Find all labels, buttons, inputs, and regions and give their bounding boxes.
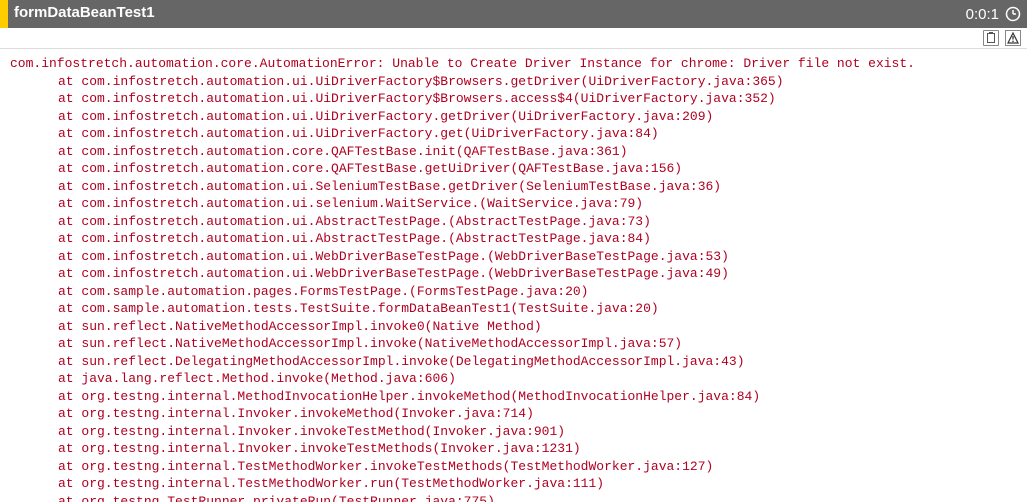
clock-icon xyxy=(1005,6,1021,22)
stacktrace-panel: com.infostretch.automation.core.Automati… xyxy=(0,49,1027,502)
stack-frame: at com.infostretch.automation.ui.Abstrac… xyxy=(10,213,1027,231)
stack-frame: at com.infostretch.automation.core.QAFTe… xyxy=(10,160,1027,178)
stack-frame: at com.infostretch.automation.ui.seleniu… xyxy=(10,195,1027,213)
stack-frame: at org.testng.internal.TestMethodWorker.… xyxy=(10,475,1027,493)
stack-frame: at com.infostretch.automation.core.QAFTe… xyxy=(10,143,1027,161)
error-message: com.infostretch.automation.core.Automati… xyxy=(10,56,915,71)
timer-block: 0:0:1 xyxy=(960,0,1027,28)
timer-value: 0:0:1 xyxy=(966,6,999,23)
stack-frame: at org.testng.internal.Invoker.invokeMet… xyxy=(10,405,1027,423)
stack-frame: at com.infostretch.automation.ui.WebDriv… xyxy=(10,265,1027,283)
stack-frame: at org.testng.internal.MethodInvocationH… xyxy=(10,388,1027,406)
warning-icon[interactable] xyxy=(1005,30,1021,46)
stack-frame: at java.lang.reflect.Method.invoke(Metho… xyxy=(10,370,1027,388)
stack-frame: at sun.reflect.NativeMethodAccessorImpl.… xyxy=(10,318,1027,336)
stack-frame: at com.sample.automation.tests.TestSuite… xyxy=(10,300,1027,318)
stack-frame: at com.sample.automation.pages.FormsTest… xyxy=(10,283,1027,301)
stack-frame: at org.testng.internal.Invoker.invokeTes… xyxy=(10,440,1027,458)
stack-frame: at com.infostretch.automation.ui.UiDrive… xyxy=(10,125,1027,143)
stack-frame: at org.testng.internal.Invoker.invokeTes… xyxy=(10,423,1027,441)
stack-frame: at org.testng.TestRunner.privateRun(Test… xyxy=(10,493,1027,503)
clipboard-icon[interactable] xyxy=(983,30,999,46)
stack-frame: at com.infostretch.automation.ui.UiDrive… xyxy=(10,90,1027,108)
stack-frame: at org.testng.internal.TestMethodWorker.… xyxy=(10,458,1027,476)
toolbar xyxy=(0,28,1027,49)
stack-frame: at com.infostretch.automation.ui.Abstrac… xyxy=(10,230,1027,248)
stack-frame: at sun.reflect.DelegatingMethodAccessorI… xyxy=(10,353,1027,371)
stacktrace-text: com.infostretch.automation.core.Automati… xyxy=(10,55,1027,502)
stack-frame: at com.infostretch.automation.ui.UiDrive… xyxy=(10,108,1027,126)
stack-frame: at com.infostretch.automation.ui.UiDrive… xyxy=(10,73,1027,91)
stack-frame: at sun.reflect.NativeMethodAccessorImpl.… xyxy=(10,335,1027,353)
stack-frame: at com.infostretch.automation.ui.WebDriv… xyxy=(10,248,1027,266)
stack-frame: at com.infostretch.automation.ui.Seleniu… xyxy=(10,178,1027,196)
test-header: formDataBeanTest1 0:0:1 xyxy=(0,0,1027,28)
status-spine xyxy=(0,0,8,28)
test-title: formDataBeanTest1 xyxy=(8,0,960,28)
